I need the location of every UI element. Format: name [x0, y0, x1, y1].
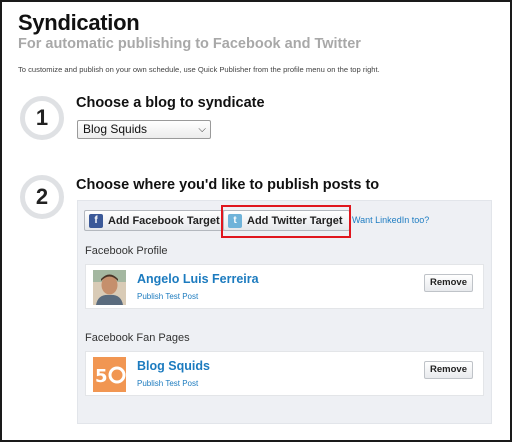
add-facebook-target-label: Add Facebook Target: [108, 214, 220, 227]
profile-publish-test-link[interactable]: Publish Test Post: [137, 292, 198, 301]
page-name[interactable]: Blog Squids: [137, 359, 210, 373]
svg-text:5: 5: [95, 366, 108, 387]
linkedin-link[interactable]: Want LinkedIn too?: [352, 215, 429, 225]
add-facebook-target-button[interactable]: f Add Facebook Target: [84, 210, 227, 231]
facebook-profile-heading: Facebook Profile: [85, 245, 168, 257]
facebook-fan-pages-heading: Facebook Fan Pages: [85, 332, 190, 344]
chevron-down-icon: ⌵: [198, 124, 206, 135]
intro-text: To customize and publish on your own sch…: [18, 65, 380, 74]
blog-select-value: Blog Squids: [83, 122, 148, 136]
page-frame: Syndication For automatic publishing to …: [0, 0, 512, 442]
page-avatar: 5: [93, 357, 126, 392]
facebook-page-card: 5 Blog Squids Publish Test Post Remove: [85, 351, 484, 396]
facebook-icon: f: [89, 213, 103, 228]
profile-name[interactable]: Angelo Luis Ferreira: [137, 272, 259, 286]
step-1-badge: 1: [20, 96, 64, 140]
remove-page-button[interactable]: Remove: [424, 361, 473, 379]
profile-avatar: [93, 270, 126, 305]
page-subtitle: For automatic publishing to Facebook and…: [18, 36, 361, 52]
step-2-badge: 2: [20, 175, 64, 219]
remove-profile-button[interactable]: Remove: [424, 274, 473, 292]
highlight-box: [221, 205, 351, 238]
page-title: Syndication: [18, 10, 140, 35]
step-1-title: Choose a blog to syndicate: [76, 95, 265, 111]
facebook-profile-card: Angelo Luis Ferreira Publish Test Post R…: [85, 264, 484, 309]
blog-select[interactable]: Blog Squids ⌵: [77, 120, 211, 139]
page-publish-test-link[interactable]: Publish Test Post: [137, 379, 198, 388]
step-2-title: Choose where you'd like to publish posts…: [76, 177, 380, 193]
